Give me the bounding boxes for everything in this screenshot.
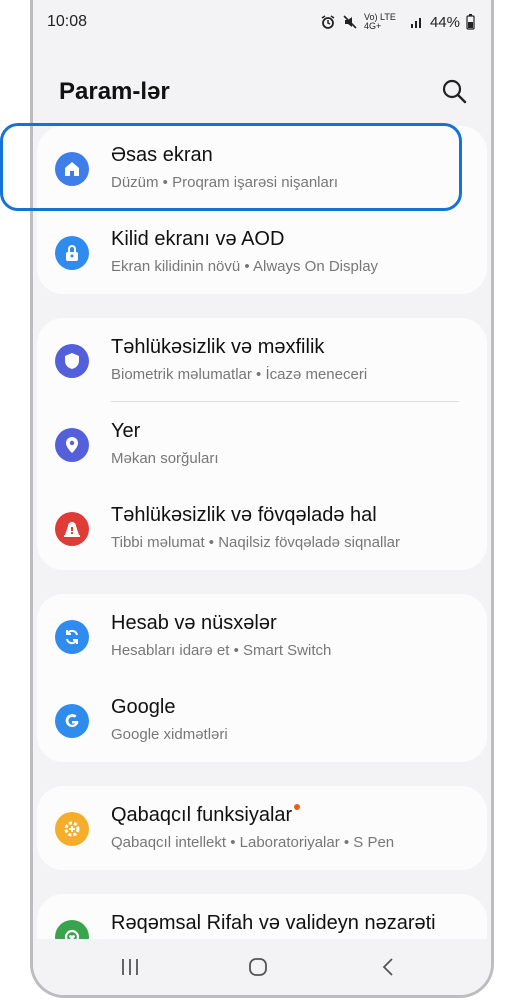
back-icon[interactable]: [379, 956, 399, 978]
item-title: Kilid ekranı və AOD: [111, 228, 285, 250]
item-subtitle: Məkan sorğuları: [111, 450, 219, 467]
item-subtitle: Google xidmətləri: [111, 726, 228, 743]
settings-item-safety-emergency[interactable]: Təhlükəsizlik və fövqəladə hal Tibbi məl…: [37, 486, 487, 570]
page-header: Param-lər: [33, 70, 491, 110]
settings-item-google[interactable]: Google Google xidmətləri: [37, 678, 487, 762]
shield-icon: [55, 344, 89, 378]
google-icon: [55, 704, 89, 738]
status-bar: 10:08 Vo) LTE 4G+ 44%: [33, 8, 491, 36]
new-badge-dot: [294, 804, 301, 810]
item-subtitle: Ekran kilidinin növü • Always On Display: [111, 258, 379, 275]
home-button-icon[interactable]: [247, 956, 269, 978]
settings-group-4: Qabaqcıl funksiyalar Qabaqcıl intellekt …: [37, 786, 487, 870]
signal-icon: [410, 18, 421, 28]
lock-icon: [55, 236, 89, 270]
settings-item-advanced-features[interactable]: Qabaqcıl funksiyalar Qabaqcıl intellekt …: [37, 786, 487, 870]
sync-icon: [55, 620, 89, 654]
selection-highlight: [0, 123, 462, 211]
mute-icon: [343, 15, 357, 29]
recent-apps-icon[interactable]: [119, 957, 141, 977]
battery-percent: 44%: [429, 13, 460, 31]
gear-plus-icon: [55, 812, 89, 846]
item-title: Təhlükəsizlik və fövqəladə hal: [111, 504, 377, 526]
battery-icon: [466, 14, 475, 30]
navigation-bar: [33, 939, 491, 995]
alarm-icon: [321, 15, 335, 29]
search-icon[interactable]: [439, 76, 469, 106]
network-label: Vo) LTE 4G+: [363, 12, 396, 31]
settings-group-2: Təhlükəsizlik və məxfilik Biometrik məlu…: [37, 318, 487, 570]
location-pin-icon: [55, 428, 89, 462]
settings-item-security-privacy[interactable]: Təhlükəsizlik və məxfilik Biometrik məlu…: [37, 318, 487, 402]
item-title: Rəqəmsal Rifah və valideyn nəzarəti: [111, 912, 436, 934]
item-title-text: Qabaqcıl funksiyalar: [111, 804, 293, 826]
status-icons: Vo) LTE 4G+ 44%: [320, 13, 475, 31]
settings-item-lock-screen[interactable]: Kilid ekranı və AOD Ekran kilidinin növü…: [37, 210, 487, 294]
item-title: Google: [111, 696, 176, 718]
emergency-icon: [55, 512, 89, 546]
status-time: 10:08: [47, 13, 88, 30]
item-title: Hesab və nüsxələr: [111, 612, 277, 634]
settings-item-location[interactable]: Yer Məkan sorğuları: [37, 402, 487, 486]
settings-item-accounts-backup[interactable]: Hesab və nüsxələr Hesabları idarə et • S…: [37, 594, 487, 678]
item-title: Təhlükəsizlik və məxfilik: [111, 336, 325, 358]
item-title: Qabaqcıl funksiyalar: [111, 804, 301, 827]
settings-group-3: Hesab və nüsxələr Hesabları idarə et • S…: [37, 594, 487, 762]
item-subtitle: Qabaqcıl intellekt • Laboratoriyalar • S…: [111, 834, 395, 851]
item-subtitle: Tibbi məlumat • Naqilsiz fövqəladə siqna…: [111, 534, 400, 551]
item-subtitle: Biometrik məlumatlar • İcazə meneceri: [111, 366, 368, 383]
item-title: Yer: [111, 420, 141, 442]
page-title: Param-lər: [59, 78, 170, 105]
item-subtitle: Hesabları idarə et • Smart Switch: [111, 642, 332, 659]
